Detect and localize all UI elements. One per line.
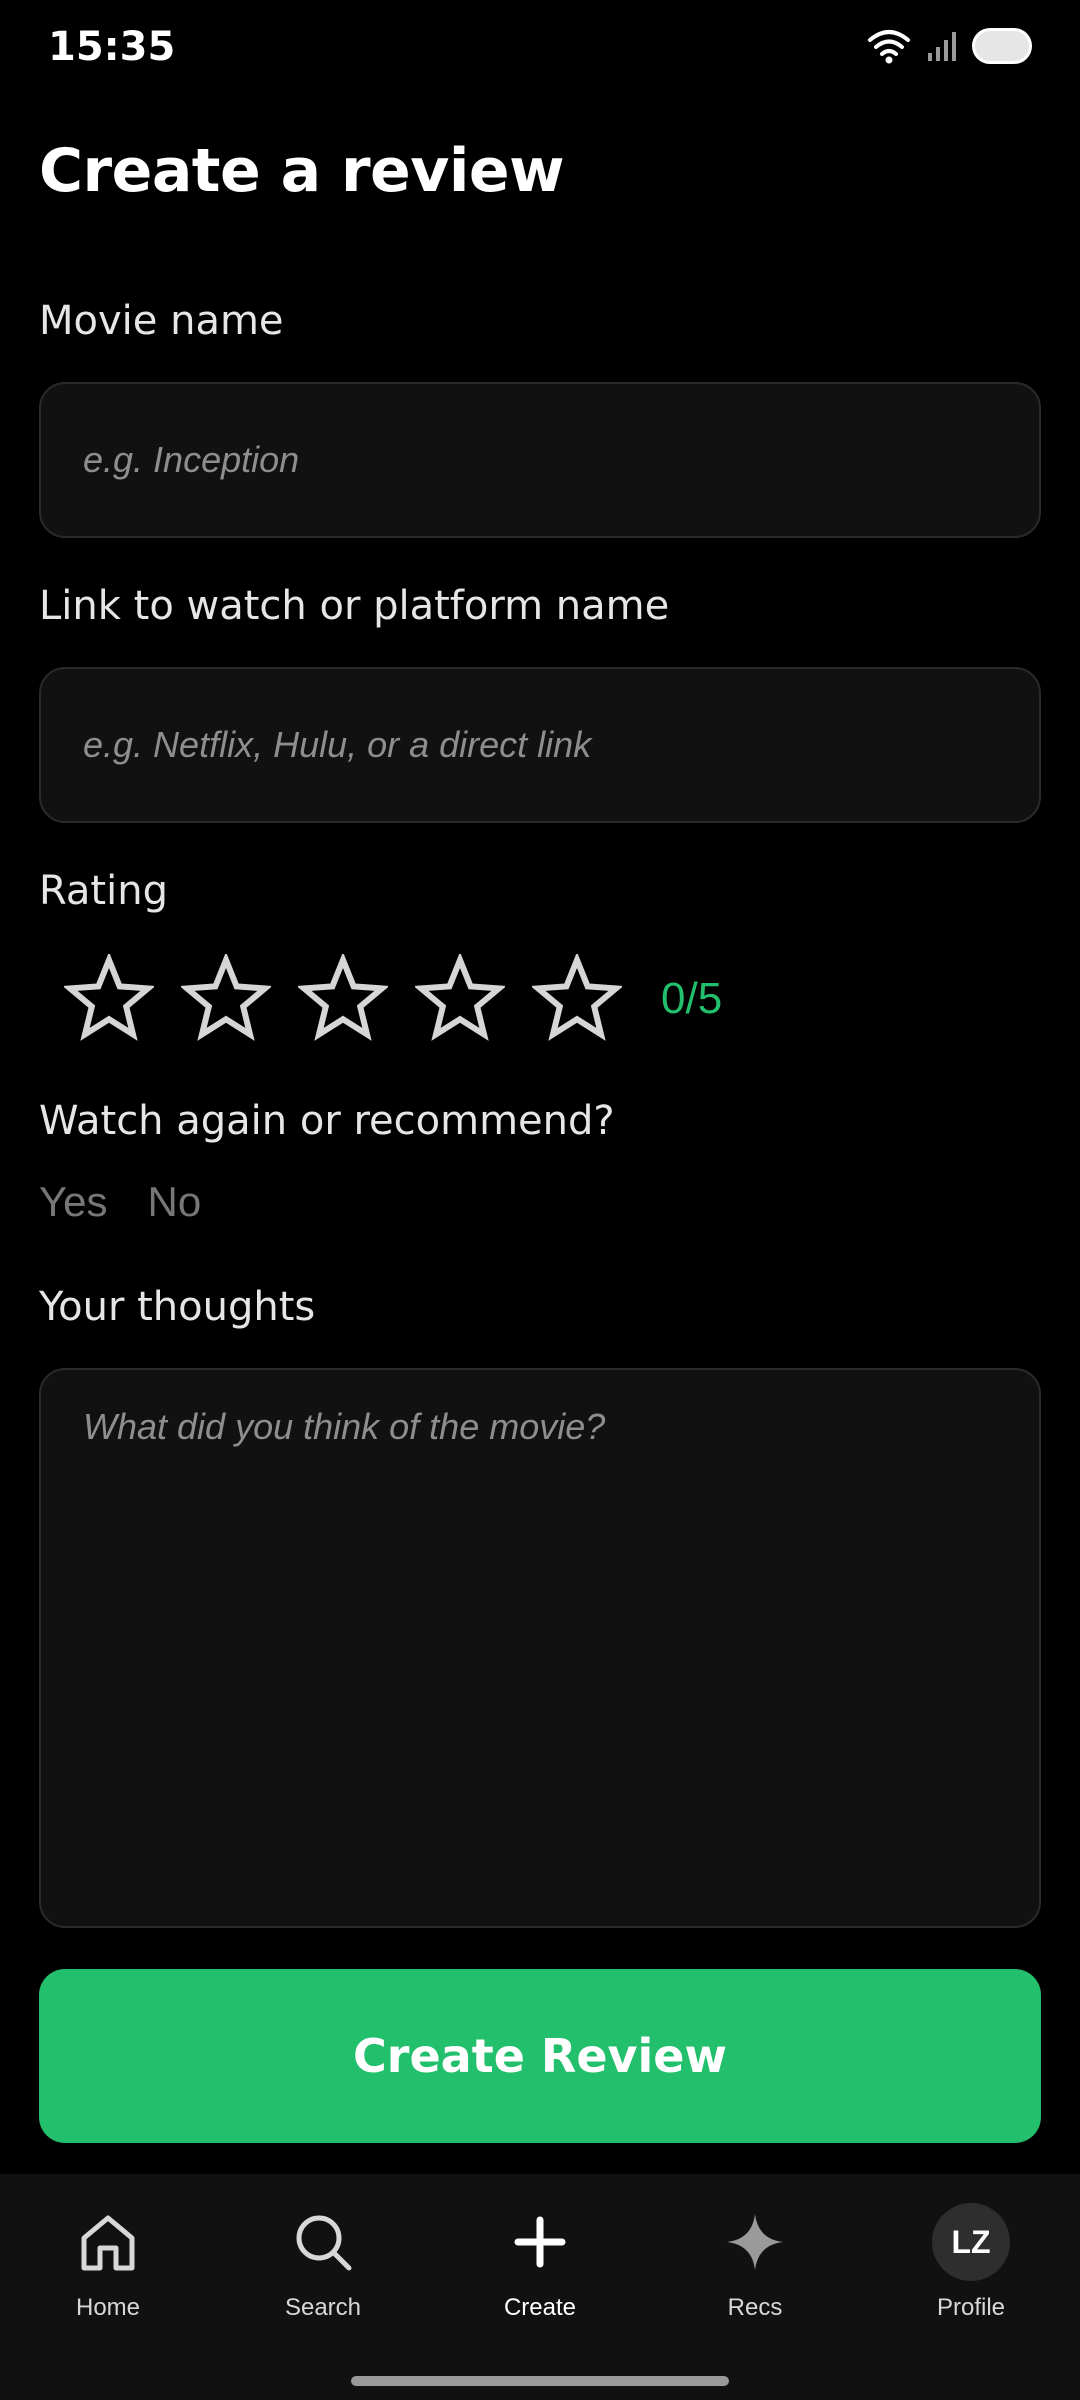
nav-item-home[interactable]: Home xyxy=(28,2202,188,2322)
home-indicator xyxy=(351,2376,729,2386)
nav-item-profile[interactable]: LZ Profile xyxy=(891,2202,1051,2322)
nav-label-search: Search xyxy=(284,2294,362,2321)
nav-label-recs: Recs xyxy=(727,2294,783,2321)
star-5-icon[interactable] xyxy=(532,954,622,1044)
nav-label-profile: Profile xyxy=(936,2294,1006,2321)
nav-item-recs[interactable]: Recs xyxy=(675,2202,835,2322)
rating-value: 0/5 xyxy=(661,974,723,1023)
home-icon xyxy=(68,2202,148,2282)
nav-label-create: Create xyxy=(503,2294,577,2321)
status-icons xyxy=(866,26,1032,66)
status-time: 15:35 xyxy=(48,24,176,70)
recommend-no-button[interactable]: No xyxy=(148,1178,202,1226)
avatar: LZ xyxy=(932,2203,1010,2281)
bottom-nav: Home Search Create Recs LZ Profile xyxy=(0,2174,1080,2400)
signal-icon xyxy=(928,32,956,61)
profile-icon: LZ xyxy=(931,2202,1011,2282)
recommend-label: Watch again or recommend? xyxy=(39,1098,615,1144)
movie-name-label: Movie name xyxy=(39,298,284,344)
link-label: Link to watch or platform name xyxy=(39,583,670,629)
thoughts-label: Your thoughts xyxy=(39,1284,316,1330)
star-2-icon[interactable] xyxy=(181,954,271,1044)
search-icon xyxy=(283,2202,363,2282)
nav-item-create[interactable]: Create xyxy=(460,2202,620,2322)
plus-icon xyxy=(500,2202,580,2282)
nav-label-home: Home xyxy=(75,2294,141,2321)
recommend-choices: Yes No xyxy=(39,1178,201,1226)
nav-item-search[interactable]: Search xyxy=(243,2202,403,2322)
wifi-icon xyxy=(868,30,910,64)
sparkle-icon xyxy=(715,2202,795,2282)
create-review-button[interactable]: Create Review xyxy=(39,1969,1041,2143)
star-4-icon[interactable] xyxy=(415,954,505,1044)
battery-icon xyxy=(972,28,1032,64)
thoughts-textarea[interactable] xyxy=(39,1368,1041,1928)
star-3-icon[interactable] xyxy=(298,954,388,1044)
link-input[interactable] xyxy=(39,667,1041,823)
recommend-yes-button[interactable]: Yes xyxy=(39,1178,108,1226)
rating-label: Rating xyxy=(39,868,168,914)
movie-name-input[interactable] xyxy=(39,382,1041,538)
page-title: Create a review xyxy=(39,136,565,206)
star-1-icon[interactable] xyxy=(64,954,154,1044)
status-bar: 15:35 xyxy=(0,0,1080,96)
rating-stars: 0/5 xyxy=(64,954,722,1044)
